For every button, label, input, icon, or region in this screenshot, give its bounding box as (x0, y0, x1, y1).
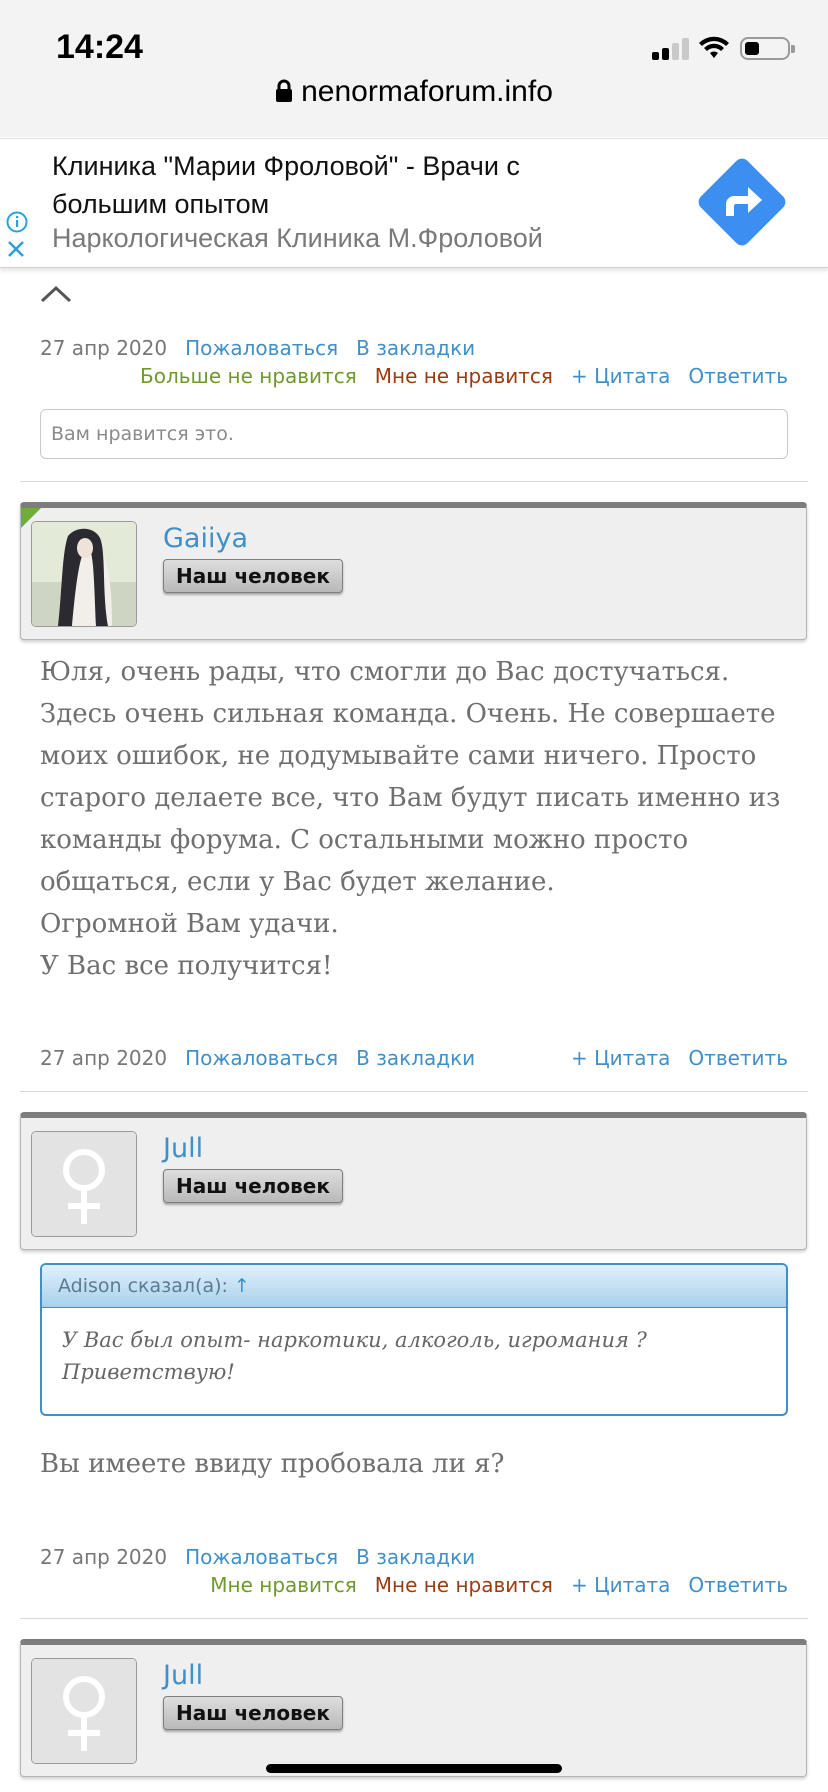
report-link[interactable]: Пожаловаться (185, 1046, 338, 1070)
user-card: Jull Наш человек (20, 1112, 807, 1250)
quote-author: Adison сказал(а): (58, 1275, 228, 1297)
quote-link[interactable]: + Цитата (571, 364, 670, 388)
bookmark-link[interactable]: В закладки (356, 1545, 475, 1569)
bookmark-link[interactable]: В закладки (356, 1046, 475, 1070)
username-link[interactable]: Jull (163, 1660, 203, 1691)
post-date: 27 апр 2020 (40, 1545, 168, 1569)
post-body: Юля, очень рады, что смогли до Вас досту… (40, 651, 788, 987)
collapse-up-icon[interactable] (40, 285, 72, 303)
quote-line: Приветствую! (62, 1360, 235, 1384)
post-line: общаться, если у Вас будет желание. (40, 867, 555, 897)
reply-link[interactable]: Ответить (688, 364, 788, 388)
report-link[interactable]: Пожаловаться (185, 1545, 338, 1569)
user-rank-badge: Наш человек (163, 559, 343, 593)
post-meta: 27 апр 2020 Пожаловаться В закладки (40, 1046, 475, 1070)
post-body: Вы имеете ввиду пробовала ли я? (40, 1443, 788, 1485)
quote-source-link[interactable]: ↑ (234, 1275, 250, 1297)
status-bar: 14:24 nenormaforum.info (0, 0, 828, 137)
divider (20, 1091, 808, 1092)
address-bar[interactable]: nenormaforum.info (0, 75, 828, 109)
quote-link[interactable]: + Цитата (571, 1046, 670, 1070)
post-line: Юля, очень рады, что смогли до Вас досту… (40, 657, 730, 687)
avatar[interactable] (31, 1658, 137, 1764)
user-rank-badge: Наш человек (163, 1169, 343, 1203)
home-indicator[interactable] (266, 1764, 562, 1773)
post-line: старого делаете все, что Вам будут писат… (40, 783, 781, 813)
quote-body: У Вас был опыт- наркотики, алкоголь, игр… (42, 1308, 786, 1404)
quote-link[interactable]: + Цитата (571, 1573, 670, 1597)
post-line: Здесь очень сильная команда. Очень. Не с… (40, 699, 776, 729)
directions-arrow-icon[interactable] (692, 152, 792, 252)
user-card: Gaiiya Наш человек (20, 502, 807, 640)
post-line: моих ошибок, не додумывайте сами ничего.… (40, 741, 757, 771)
post-line: У Вас все получится! (40, 951, 333, 981)
battery-icon (740, 37, 795, 60)
post-actions: Больше не нравится Мне не нравится + Цитат… (122, 364, 788, 388)
post-line: Огромной Вам удачи. (40, 909, 339, 939)
quote-block: Adison сказал(а): ↑ У Вас был опыт- нарк… (40, 1263, 788, 1416)
like-link[interactable]: Мне нравится (210, 1573, 356, 1597)
avatar-image (32, 522, 136, 626)
likes-summary: Вам нравится это. (40, 409, 788, 459)
clock: 14:24 (56, 28, 143, 66)
cellular-signal-icon (652, 38, 692, 60)
post-line: команды форума. С остальными можно прост… (40, 825, 689, 855)
unlike-link[interactable]: Больше не нравится (140, 364, 357, 388)
username-link[interactable]: Gaiiya (163, 523, 248, 554)
dislike-link[interactable]: Мне не нравится (375, 1573, 553, 1597)
divider (20, 1618, 808, 1619)
female-avatar-icon (32, 1659, 136, 1763)
report-link[interactable]: Пожаловаться (185, 336, 338, 360)
post-meta: 27 апр 2020 Пожаловаться В закладки (40, 1545, 475, 1569)
post-actions: + Цитата Ответить (553, 1046, 788, 1070)
bookmark-link[interactable]: В закладки (356, 336, 475, 360)
user-card: Jull Наш человек (20, 1639, 807, 1777)
lock-icon (276, 79, 293, 102)
url-text: nenormaforum.info (301, 75, 553, 108)
dislike-link[interactable]: Мне не нравится (375, 364, 553, 388)
user-rank-badge: Наш человек (163, 1696, 343, 1730)
avatar[interactable] (31, 521, 137, 627)
wifi-icon (699, 36, 729, 58)
ad-title[interactable]: Клиника "Марии Фроловой" - Врачи с больш… (52, 147, 612, 223)
post-date: 27 апр 2020 (40, 1046, 168, 1070)
close-icon[interactable] (6, 239, 26, 259)
divider (20, 481, 808, 482)
female-avatar-icon (32, 1132, 136, 1236)
post-line: Вы имеете ввиду пробовала ли я? (40, 1449, 505, 1479)
avatar[interactable] (31, 1131, 137, 1237)
post-date: 27 апр 2020 (40, 336, 168, 360)
quote-header: Adison сказал(а): ↑ (42, 1265, 786, 1308)
username-link[interactable]: Jull (163, 1133, 203, 1164)
reply-link[interactable]: Ответить (688, 1046, 788, 1070)
reply-link[interactable]: Ответить (688, 1573, 788, 1597)
post-meta: 27 апр 2020 Пожаловаться В закладки (40, 336, 475, 360)
ad-subtitle[interactable]: Наркологическая Клиника М.Фроловой (52, 223, 543, 254)
info-icon[interactable] (6, 211, 28, 233)
post-actions: Мне нравится Мне не нравится + Цитата Ответ… (192, 1573, 788, 1597)
quote-line: У Вас был опыт- наркотики, алкоголь, игр… (62, 1328, 647, 1352)
